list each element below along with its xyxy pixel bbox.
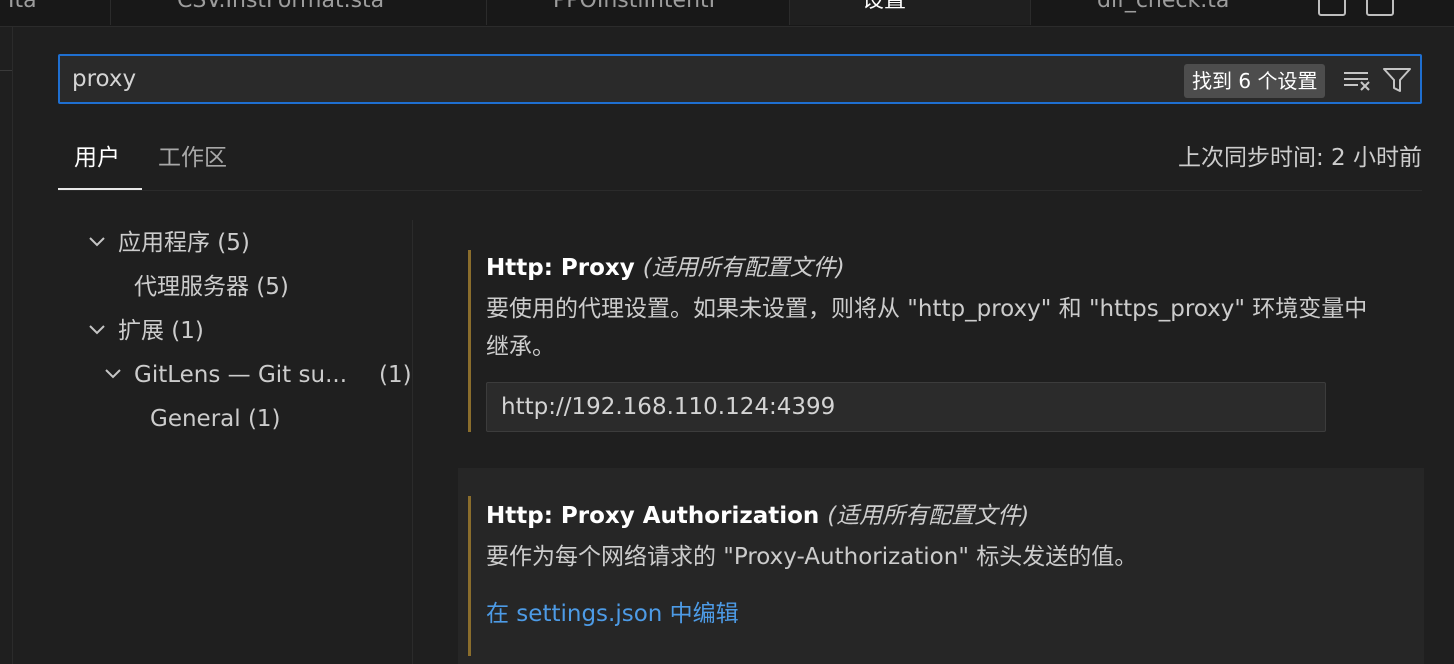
chevron-down-icon: [89, 325, 105, 335]
editor-tab-settings[interactable]: 设置: [790, 0, 1031, 25]
toc-item-label: 扩展 (1): [118, 318, 204, 344]
toc-item-label: GitLens — Git su...: [134, 362, 348, 388]
editor-tab[interactable]: Ita: [0, 0, 111, 25]
search-result-count-badge: 找到 6 个设置: [1184, 64, 1326, 98]
setting-description: 要作为每个网络请求的 "Proxy-Authorization" 标头发送的值。: [486, 544, 1138, 570]
toc-item-extensions[interactable]: 扩展 (1): [58, 314, 398, 348]
clear-filter-icon[interactable]: [1342, 68, 1372, 92]
setting-title: Http: Proxy Authorization (适用所有配置文件): [486, 496, 1029, 530]
toc-item-gitlens[interactable]: GitLens — Git su... (1): [58, 358, 412, 392]
tab-user[interactable]: 用户: [74, 142, 120, 174]
setting-scope: (适用所有配置文件): [827, 503, 1030, 529]
toc-item-count: (1): [379, 362, 412, 388]
toc-item-label: General (1): [150, 406, 281, 432]
settings-editor: Ita CSV.InstFormat.sta PPOInstiIntentI 设…: [0, 0, 1454, 664]
setting-http-proxy-authorization: Http: Proxy Authorization (适用所有配置文件) 要作为每…: [458, 468, 1424, 664]
editor-tab[interactable]: PPOInstiIntentI: [487, 0, 790, 25]
edit-in-settings-json-link[interactable]: 在 settings.json 中编辑: [486, 594, 739, 628]
settings-scope-tabs: 用户 工作区 上次同步时间: 2 小时前: [58, 138, 1422, 191]
proxy-url-input[interactable]: [486, 382, 1326, 432]
tab-label: 设置: [862, 0, 907, 13]
setting-category: Http:: [486, 503, 561, 529]
tab-label: dif_check.ta: [1097, 0, 1230, 13]
tab-workspace[interactable]: 工作区: [158, 142, 227, 174]
editor-actions: [1304, 0, 1454, 26]
chevron-down-icon: [105, 369, 121, 379]
setting-scope: (适用所有配置文件): [642, 255, 845, 281]
setting-description: 要使用的代理设置。如果未设置，则将从 "http_proxy" 和 "https…: [486, 296, 1368, 360]
modified-indicator: [468, 496, 471, 656]
split-editor-icon[interactable]: [1318, 0, 1346, 16]
modified-indicator: [468, 250, 471, 432]
toc-item-application[interactable]: 应用程序 (5): [58, 226, 398, 260]
tab-label: Ita: [8, 0, 37, 13]
editor-gutter: [0, 26, 13, 664]
settings-search-input[interactable]: [72, 56, 1172, 102]
filter-icon[interactable]: [1382, 66, 1412, 94]
toc-item-label: 代理服务器 (5): [134, 274, 289, 300]
setting-name: Proxy: [560, 255, 635, 281]
editor-tab-strip: Ita CSV.InstFormat.sta PPOInstiIntentI 设…: [0, 0, 1454, 27]
sync-status: 上次同步时间: 2 小时前: [1177, 145, 1422, 171]
toc-item-proxy[interactable]: 代理服务器 (5): [58, 270, 398, 304]
editor-tab[interactable]: CSV.InstFormat.sta: [111, 0, 487, 25]
toc-item-general[interactable]: General (1): [58, 402, 398, 436]
editor-tab[interactable]: dif_check.ta: [1031, 0, 1291, 25]
more-actions-icon[interactable]: [1366, 0, 1394, 16]
setting-name: Proxy Authorization: [560, 503, 820, 529]
setting-title: Http: Proxy (适用所有配置文件): [486, 248, 845, 282]
tab-label: PPOInstiIntentI: [553, 0, 716, 13]
setting-http-proxy: Http: Proxy (适用所有配置文件) 要使用的代理设置。如果未设置，则将从…: [458, 236, 1424, 442]
tab-label: CSV.InstFormat.sta: [177, 0, 385, 13]
chevron-down-icon: [89, 237, 105, 247]
toc-item-label: 应用程序 (5): [118, 230, 250, 256]
setting-category: Http:: [486, 255, 561, 281]
settings-toc: 应用程序 (5) 代理服务器 (5) 扩展 (1) GitLens — Git …: [58, 220, 413, 664]
settings-search-box: 找到 6 个设置: [58, 54, 1422, 104]
active-tab-underline: [58, 188, 142, 190]
